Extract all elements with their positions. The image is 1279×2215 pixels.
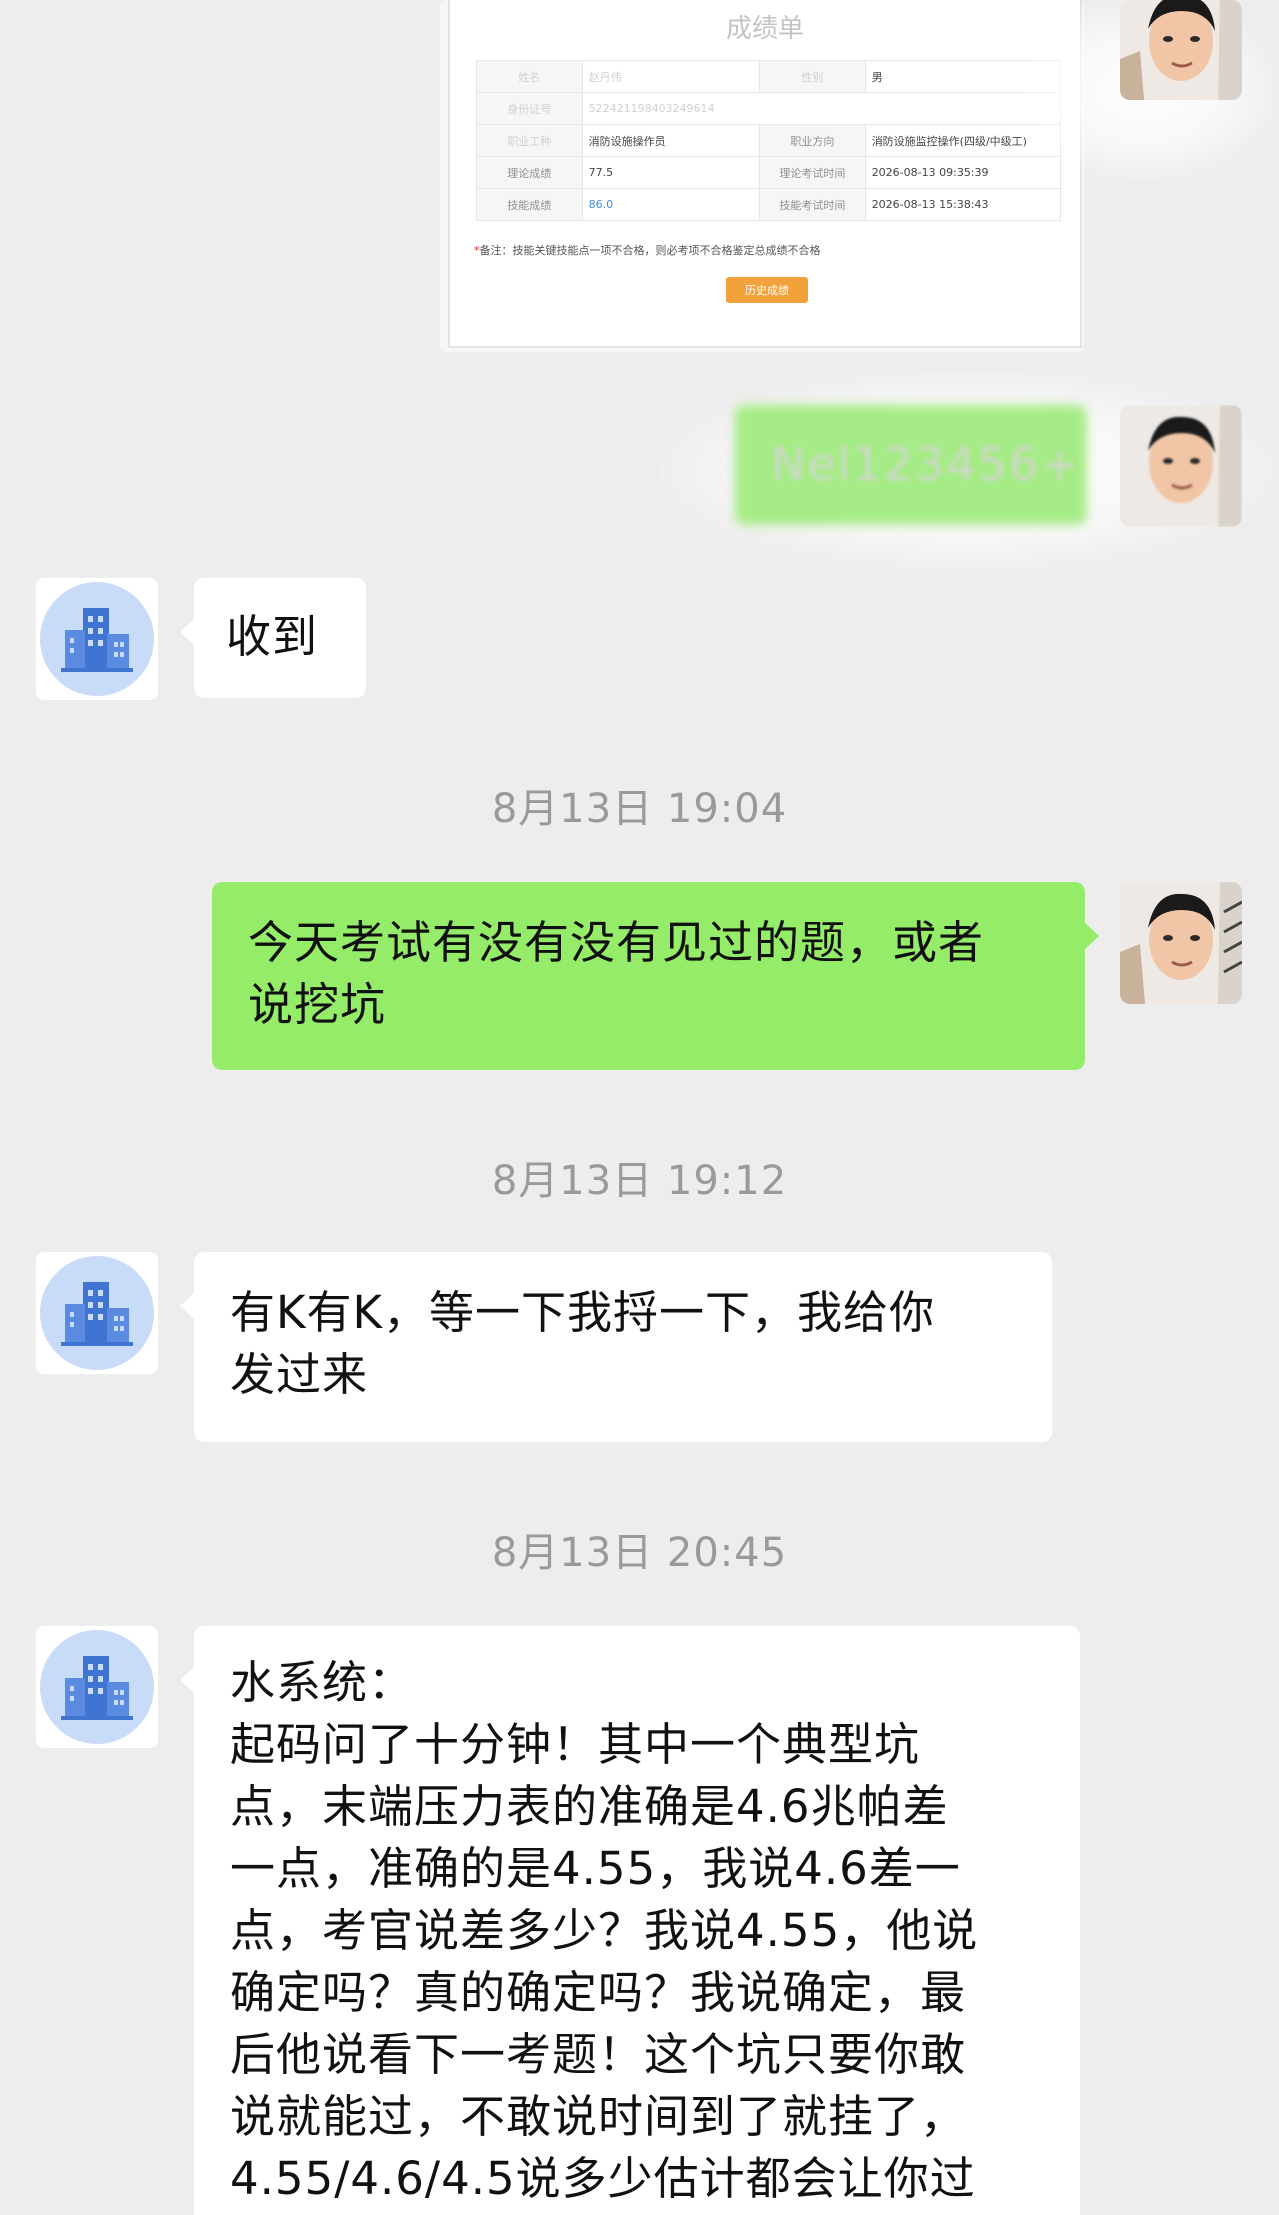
report-card-table: 姓名 赵丹伟 性别 男 身份证号 522421198403249614 职业工种…	[476, 60, 1062, 221]
report-card-sheet: 成绩单 姓名 赵丹伟 性别 男 身份证号 522421198403249614 …	[448, 0, 1082, 348]
contact-avatar[interactable]	[36, 1252, 158, 1374]
user-photo	[1120, 882, 1242, 1004]
message-line: 起码问了十分钟！其中一个典型坑	[230, 1718, 921, 1771]
message-line: 水系统：	[230, 1656, 415, 1709]
message-line: 点，末端压力表的准确是4.6兆帕差	[230, 1780, 949, 1833]
avatar-circle	[40, 1256, 154, 1370]
blurred-message[interactable]: Nel123456+	[735, 405, 1087, 525]
report-value: 消防设施操作员	[581, 124, 761, 157]
user-photo	[1120, 405, 1242, 527]
bubble-tail	[180, 1292, 195, 1320]
bubble-tail	[180, 1666, 195, 1694]
report-label: 身份证号	[476, 92, 583, 125]
report-row: 姓名 赵丹伟 性别 男	[476, 60, 1062, 93]
self-avatar[interactable]	[1120, 405, 1242, 527]
message-line: 确定吗？真的确定吗？我说确定，最	[230, 1966, 967, 2019]
office-building-icon	[61, 608, 133, 672]
office-building-icon	[61, 1282, 133, 1346]
message-line: 说挖坑	[248, 978, 387, 1031]
timestamp: 8月13日 19:04	[491, 786, 788, 832]
report-label: 职业工种	[476, 124, 583, 157]
user-photo	[1120, 0, 1242, 100]
avatar-circle	[40, 582, 154, 696]
message-line: 点，考官说差多少？我说4.55，他说	[230, 1904, 979, 1957]
message-line: 4.55/4.6/4.5说多少估计都会让你过	[230, 2152, 976, 2205]
report-value: 522421198403249614	[581, 92, 1062, 125]
bubble-tail	[180, 618, 195, 646]
report-row: 技能成绩 86.0 技能考试时间 2026-08-13 15:38:43	[476, 188, 1062, 221]
report-note-text: 备注：技能关键技能点一项不合格，则必考项不合格鉴定总成绩不合格	[479, 244, 821, 257]
timestamp: 8月13日 19:12	[491, 1158, 788, 1204]
report-value: 赵丹伟	[581, 60, 761, 93]
incoming-message[interactable]: 收到	[180, 578, 366, 698]
message-line: 今天考试有没有没有见过的题，或者	[248, 916, 985, 969]
report-row: 职业工种 消防设施操作员 职业方向 消防设施监控操作(四级/中级工)	[476, 124, 1062, 157]
message-line: 发过来	[230, 1348, 369, 1401]
report-row: 身份证号 522421198403249614	[476, 92, 1062, 125]
report-label: 姓名	[476, 60, 583, 93]
self-avatar[interactable]	[1120, 882, 1242, 1004]
report-card-note: *备注：技能关键技能点一项不合格，则必考项不合格鉴定总成绩不合格	[474, 244, 821, 257]
avatar-circle	[40, 1630, 154, 1744]
self-avatar[interactable]	[1120, 0, 1242, 100]
message-line: 有K有K，等一下我捋一下，我给你	[230, 1286, 936, 1339]
report-row: 理论成绩 77.5 理论考试时间 2026-08-13 09:35:39	[476, 156, 1062, 189]
report-value: 77.5	[581, 156, 761, 189]
report-label: 性别	[759, 60, 866, 93]
incoming-message[interactable]: 有K有K，等一下我捋一下，我给你 发过来	[180, 1252, 1052, 1442]
message-line: 后他说看下一考题！这个坑只要你敢	[230, 2028, 967, 2081]
office-building-icon	[61, 1656, 133, 1720]
bubble-tail	[1084, 922, 1099, 950]
report-card-image[interactable]: 成绩单 姓名 赵丹伟 性别 男 身份证号 522421198403249614 …	[440, 0, 1084, 352]
outgoing-message[interactable]: 今天考试有没有没有见过的题，或者 说挖坑	[212, 882, 1099, 1070]
timestamp: 8月13日 20:45	[491, 1530, 788, 1576]
contact-avatar[interactable]	[36, 1626, 158, 1748]
history-score-button[interactable]: 历史成绩	[726, 277, 808, 303]
report-label: 技能成绩	[476, 188, 583, 221]
report-value: 86.0	[581, 188, 761, 221]
contact-avatar[interactable]	[36, 578, 158, 700]
message-text: 收到	[226, 610, 319, 663]
report-label: 理论考试时间	[759, 156, 866, 189]
report-label: 职业方向	[759, 124, 866, 157]
report-card-title: 成绩单	[725, 14, 804, 44]
incoming-message[interactable]: 水系统： 起码问了十分钟！其中一个典型坑 点，末端压力表的准确是4.6兆帕差 一…	[180, 1626, 1080, 2215]
message-line: 说就能过，不敢说时间到了就挂了，	[230, 2090, 967, 2143]
blurred-text: Nel123456+	[771, 437, 1081, 491]
report-label: 理论成绩	[476, 156, 583, 189]
report-label: 技能考试时间	[759, 188, 866, 221]
message-line: 一点，准确的是4.55，我说4.6差一	[230, 1842, 961, 1895]
report-value: 2026-08-13 15:38:43	[864, 188, 1062, 221]
